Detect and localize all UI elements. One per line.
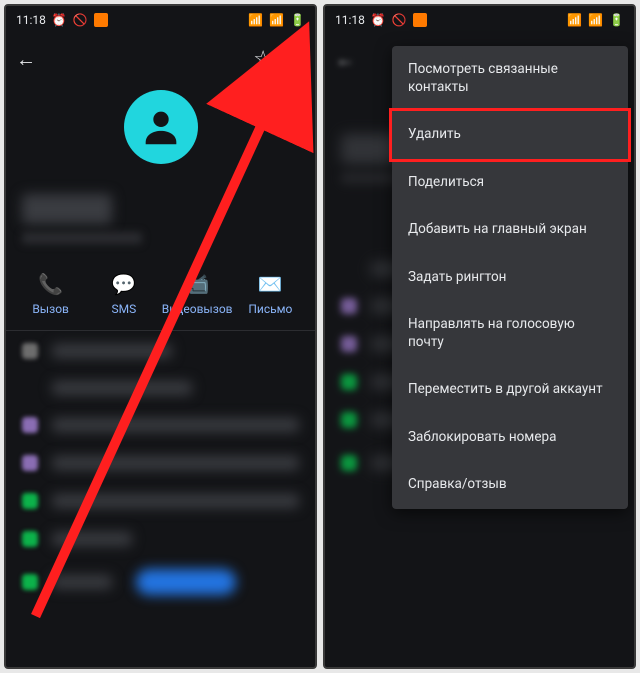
list-item (22, 569, 299, 595)
dnd-icon: 🚫 (73, 13, 88, 27)
contact-details-list (6, 331, 315, 607)
contact-avatar (124, 90, 198, 164)
menu-set-ringtone[interactable]: Задать рингтон (392, 254, 628, 302)
list-item (22, 381, 299, 395)
list-item (22, 455, 299, 471)
alarm-icon: ⏰ (52, 13, 67, 27)
dnd-icon: 🚫 (392, 13, 407, 27)
actions-row: 📞 Вызов 💬 SMS 📹 Видеовызов ✉️ Письмо (6, 262, 315, 331)
menu-delete[interactable]: Удалить (389, 108, 631, 162)
sms-label: SMS (112, 302, 137, 316)
menu-help[interactable]: Справка/отзыв (392, 461, 628, 509)
signal-icon: 📶 (567, 13, 582, 27)
overflow-menu-button[interactable] (293, 46, 305, 72)
wifi-icon: 📶 (588, 13, 603, 27)
status-bar: 11:18 ⏰ 🚫 📶 📶 🔋 (6, 6, 315, 34)
email-label: Письмо (248, 302, 292, 316)
video-label: Видеовызов (162, 302, 233, 316)
email-button[interactable]: ✉️ Письмо (235, 272, 305, 316)
phone-icon: 📞 (38, 272, 63, 296)
menu-block[interactable]: Заблокировать номера (392, 414, 628, 462)
call-label: Вызов (32, 302, 69, 316)
list-item (22, 417, 299, 433)
contact-name-section (6, 194, 315, 262)
list-item (22, 343, 299, 359)
battery-icon: 🔋 (609, 13, 624, 27)
sms-button[interactable]: 💬 SMS (89, 272, 159, 316)
wifi-icon: 📶 (269, 13, 284, 27)
menu-add-home[interactable]: Добавить на главный экран (392, 206, 628, 254)
battery-icon: 🔋 (290, 13, 305, 27)
avatar-section (6, 84, 315, 194)
overflow-menu: Посмотреть связанные контакты Удалить По… (392, 46, 628, 509)
contact-origin-blurred (22, 232, 142, 244)
menu-share[interactable]: Поделиться (392, 159, 628, 207)
back-button[interactable]: ← (16, 47, 36, 72)
status-time: 11:18 (16, 13, 46, 27)
video-button[interactable]: 📹 Видеовызов (162, 272, 232, 316)
status-time: 11:18 (335, 13, 365, 27)
back-button[interactable]: ← (335, 47, 355, 72)
status-bar: 11:18 ⏰ 🚫 📶 📶 🔋 (325, 6, 634, 34)
phone-left: 11:18 ⏰ 🚫 📶 📶 🔋 ← ☆ 📞 Вызов (4, 4, 317, 669)
notification-icon (94, 13, 108, 27)
list-item (22, 493, 299, 509)
video-icon: 📹 (185, 272, 210, 296)
menu-voicemail[interactable]: Направлять на голосовую почту (392, 301, 628, 366)
contact-name-blurred (22, 194, 112, 224)
menu-view-linked[interactable]: Посмотреть связанные контакты (392, 46, 628, 111)
menu-move-account[interactable]: Переместить в другой аккаунт (392, 366, 628, 414)
favorite-button[interactable]: ☆ (253, 47, 273, 72)
signal-icon: 📶 (248, 13, 263, 27)
alarm-icon: ⏰ (371, 13, 386, 27)
email-icon: ✉️ (258, 272, 283, 296)
call-button[interactable]: 📞 Вызов (16, 272, 86, 316)
notification-icon (413, 13, 427, 27)
phone-right: 11:18 ⏰ 🚫 📶 📶 🔋 ← 📞 (323, 4, 636, 669)
sms-icon: 💬 (111, 272, 136, 296)
list-item (22, 531, 299, 547)
header-row: ← ☆ (6, 34, 315, 84)
